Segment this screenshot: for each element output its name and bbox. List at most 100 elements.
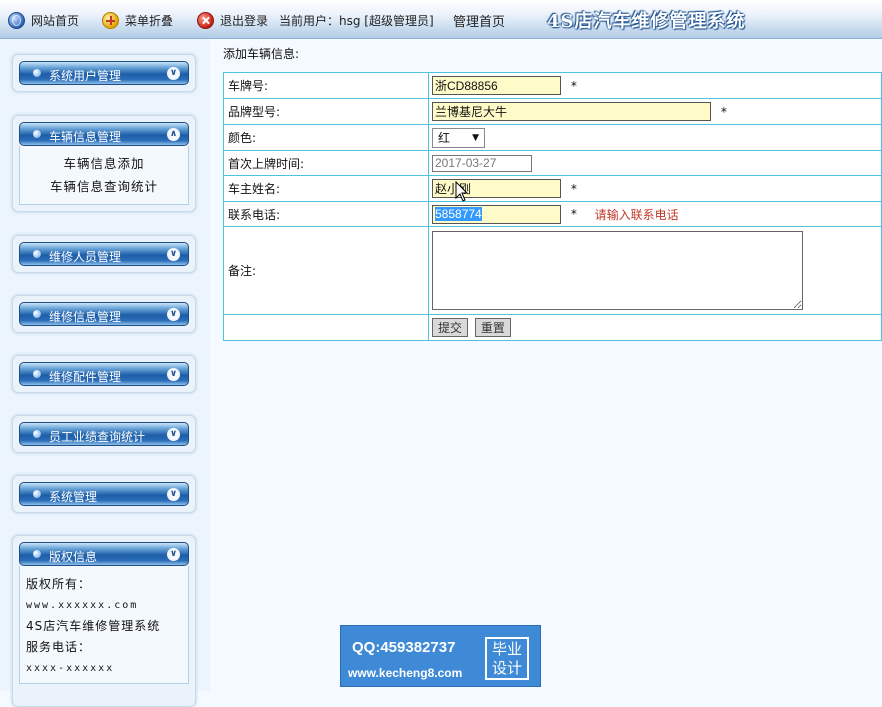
color-select[interactable]: 红 ▼ xyxy=(432,127,485,148)
vehicle-form: 车牌号: * 品牌型号: * 颜色: 红 ▼ 首次上牌时间: xyxy=(223,72,882,341)
model-label: 品牌型号: xyxy=(223,98,429,125)
watermark-badge: 毕业 设计 xyxy=(485,637,529,680)
collapse-menu-label: 菜单折叠 xyxy=(125,13,174,28)
watermark-url: www.kecheng8.com xyxy=(348,666,463,680)
home-link-label: 网站首页 xyxy=(31,13,80,28)
menu-header-label: 系统用户管理 xyxy=(49,69,122,83)
menu-group-repair-info: 维修信息管理 ∨ xyxy=(12,295,196,333)
bullet-icon xyxy=(33,69,41,77)
system-title: 4S店汽车维修管理系统 xyxy=(547,11,746,32)
copyright-owner-label: 版权所有： xyxy=(26,577,92,591)
menu-header-parts[interactable]: 维修配件管理 ∨ xyxy=(19,362,189,386)
dropdown-arrow-icon: ▼ xyxy=(472,132,479,143)
mouse-cursor-icon xyxy=(455,181,469,202)
color-select-value: 红 xyxy=(438,131,451,145)
copyright-phone-label: 服务电话： xyxy=(26,640,92,654)
copyright-website: www.xxxxxx.com xyxy=(26,600,139,611)
menu-header-system[interactable]: 系统管理 ∨ xyxy=(19,482,189,506)
bullet-icon xyxy=(33,430,41,438)
close-icon xyxy=(197,11,214,29)
page-title: 添加车辆信息: xyxy=(223,47,300,61)
chevron-down-icon: ∨ xyxy=(167,428,180,441)
form-row-phone: 联系电话: 5858774 * 请输入联系电话 xyxy=(223,201,882,227)
remark-textarea[interactable] xyxy=(432,231,803,310)
form-row-remark: 备注: xyxy=(223,226,882,315)
phone-input[interactable]: 5858774 xyxy=(432,204,561,224)
owner-input[interactable] xyxy=(432,179,561,198)
chevron-down-icon: ∨ xyxy=(167,368,180,381)
copyright-body: 版权所有： www.xxxxxx.com 4S店汽车维修管理系统 服务电话： x… xyxy=(19,566,189,684)
menu-header-vehicle-info[interactable]: 车辆信息管理 ∧ xyxy=(19,122,189,146)
remark-label: 备注: xyxy=(223,226,429,315)
copyright-system-name: 4S店汽车维修管理系统 xyxy=(26,619,161,633)
plate-label: 车牌号: xyxy=(223,72,429,99)
menu-header-label: 系统管理 xyxy=(49,490,98,504)
menu-header-label: 员工业绩查询统计 xyxy=(49,430,146,444)
menu-header-label: 版权信息 xyxy=(49,550,98,564)
menu-header-label: 维修配件管理 xyxy=(49,370,122,384)
required-mark: * xyxy=(720,104,727,119)
plate-cell: * xyxy=(428,72,882,99)
first-date-input[interactable] xyxy=(432,154,532,172)
chevron-down-icon: ∨ xyxy=(167,548,180,561)
form-row-first-date: 首次上牌时间: xyxy=(223,150,882,176)
form-row-model: 品牌型号: * xyxy=(223,98,882,125)
model-cell: * xyxy=(428,98,882,125)
menu-header-system-users[interactable]: 系统用户管理 ∨ xyxy=(19,61,189,85)
form-row-owner: 车主姓名: * xyxy=(223,175,882,202)
plate-input[interactable] xyxy=(432,76,561,95)
form-row-color: 颜色: 红 ▼ xyxy=(223,124,882,151)
bullet-icon xyxy=(33,490,41,498)
menu-header-repair-staff[interactable]: 维修人员管理 ∨ xyxy=(19,242,189,266)
model-input[interactable] xyxy=(432,102,711,121)
sidebar: 系统用户管理 ∨ 车辆信息管理 ∧ 车辆信息添加 车辆信息查询统计 维修人员管理… xyxy=(0,39,210,707)
globe-icon xyxy=(8,11,25,29)
menu-item-vehicle-query[interactable]: 车辆信息查询统计 xyxy=(20,175,188,198)
owner-label: 车主姓名: xyxy=(223,175,429,202)
current-user: 当前用户：hsg [超级管理员] xyxy=(279,13,434,28)
menu-group-repair-staff: 维修人员管理 ∨ xyxy=(12,235,196,273)
watermark-badge-line2: 设计 xyxy=(491,659,522,677)
color-cell: 红 ▼ xyxy=(428,124,882,151)
menu-group-vehicle-info: 车辆信息管理 ∧ 车辆信息添加 车辆信息查询统计 xyxy=(12,115,196,212)
logout-link[interactable]: 退出登录 xyxy=(197,10,268,30)
bullet-icon xyxy=(33,550,41,558)
menu-header-performance[interactable]: 员工业绩查询统计 ∨ xyxy=(19,422,189,446)
menu-group-performance: 员工业绩查询统计 ∨ xyxy=(12,415,196,453)
menu-header-label: 维修人员管理 xyxy=(49,250,122,264)
actions-cell: 提交 重置 xyxy=(428,314,882,341)
first-date-cell xyxy=(428,150,882,176)
copyright-phone: xxxx-xxxxxx xyxy=(26,663,115,674)
menu-header-repair-info[interactable]: 维修信息管理 ∨ xyxy=(19,302,189,326)
submit-button[interactable]: 提交 xyxy=(432,318,469,337)
menu-header-label: 维修信息管理 xyxy=(49,310,122,324)
bullet-icon xyxy=(33,130,41,138)
watermark-qq: QQ:459382737 xyxy=(352,639,456,656)
required-mark: * xyxy=(570,78,577,93)
watermark-badge-line1: 毕业 xyxy=(491,640,522,658)
color-label: 颜色: xyxy=(223,124,429,151)
bullet-icon xyxy=(33,370,41,378)
chevron-up-icon: ∧ xyxy=(167,128,180,141)
menu-item-add-vehicle[interactable]: 车辆信息添加 xyxy=(20,152,188,175)
plus-icon xyxy=(102,11,119,29)
reset-button[interactable]: 重置 xyxy=(474,318,511,337)
first-date-label: 首次上牌时间: xyxy=(223,150,429,176)
admin-home-link[interactable]: 管理首页 xyxy=(453,10,505,30)
menu-group-copyright: 版权信息 ∨ 版权所有： www.xxxxxx.com 4S店汽车维修管理系统 … xyxy=(12,535,196,707)
phone-label: 联系电话: xyxy=(223,201,429,227)
phone-cell: 5858774 * 请输入联系电话 xyxy=(428,201,882,227)
menu-header-copyright[interactable]: 版权信息 ∨ xyxy=(19,542,189,566)
menu-group-parts: 维修配件管理 ∨ xyxy=(12,355,196,393)
menu-group-system-users: 系统用户管理 ∨ xyxy=(12,54,196,92)
menu-group-system: 系统管理 ∨ xyxy=(12,475,196,513)
form-row-actions: 提交 重置 xyxy=(223,314,882,341)
menu-header-label: 车辆信息管理 xyxy=(49,130,122,144)
form-row-plate: 车牌号: * xyxy=(223,72,882,99)
logout-label: 退出登录 xyxy=(220,13,269,28)
home-link[interactable]: 网站首页 xyxy=(8,10,79,30)
collapse-menu-link[interactable]: 菜单折叠 xyxy=(102,10,173,30)
chevron-down-icon: ∨ xyxy=(167,67,180,80)
watermark-banner: QQ:459382737 www.kecheng8.com 毕业 设计 xyxy=(340,625,541,687)
chevron-down-icon: ∨ xyxy=(167,248,180,261)
